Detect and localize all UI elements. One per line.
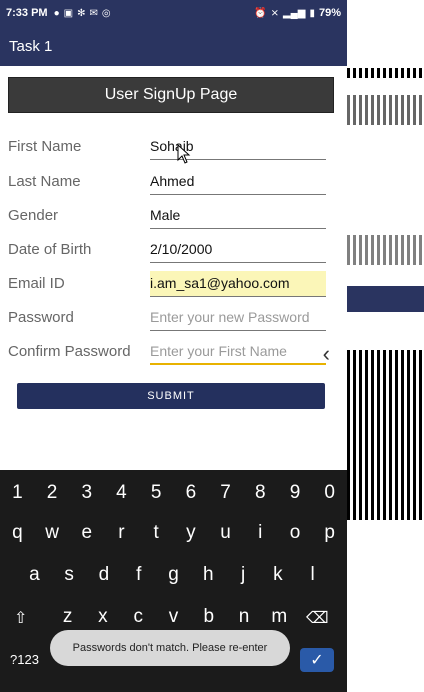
mouse-pointer-icon — [177, 144, 191, 164]
key-o[interactable]: o — [278, 522, 313, 544]
number-row: 1234567890 — [0, 482, 347, 504]
key-b[interactable]: b — [191, 606, 226, 628]
key-t[interactable]: t — [139, 522, 174, 544]
submit-label: SUBMIT — [147, 390, 195, 402]
key-6[interactable]: 6 — [174, 482, 209, 504]
key-j[interactable]: j — [226, 564, 261, 586]
artifact-band — [347, 350, 424, 520]
artifact-band — [347, 95, 424, 125]
gender-row: Gender Male — [8, 207, 328, 237]
signup-header-label: User SignUp Page — [104, 86, 238, 103]
key-g[interactable]: g — [156, 564, 191, 586]
gender-input[interactable]: Male — [150, 203, 326, 229]
key-q[interactable]: q — [0, 522, 35, 544]
key-v[interactable]: v — [156, 606, 191, 628]
key-r[interactable]: r — [104, 522, 139, 544]
key-7[interactable]: 7 — [208, 482, 243, 504]
key-x[interactable]: x — [85, 606, 120, 628]
status-time: 7:33 PM — [6, 7, 48, 19]
dob-input[interactable]: 2/10/2000 — [150, 237, 326, 263]
key-z[interactable]: z — [50, 606, 85, 628]
app-bar: Task 1 — [0, 26, 347, 66]
app-title: Task 1 — [9, 37, 53, 55]
key-n[interactable]: n — [226, 606, 261, 628]
enter-key[interactable]: ✓ — [300, 648, 334, 672]
background-artifact — [347, 0, 424, 692]
key-e[interactable]: e — [69, 522, 104, 544]
last-name-row: Last Name Ahmed — [8, 173, 328, 203]
key-5[interactable]: 5 — [139, 482, 174, 504]
letter-row-1: qwertyuiop — [0, 522, 347, 544]
key-f[interactable]: f — [121, 564, 156, 586]
key-2[interactable]: 2 — [35, 482, 70, 504]
key-4[interactable]: 4 — [104, 482, 139, 504]
sync-icon: ◎ — [101, 7, 111, 19]
settings-icon: ✻ — [77, 7, 86, 19]
email-row: Email ID i.am_sa1@yahoo.com — [8, 271, 328, 305]
artifact-band — [347, 235, 424, 265]
key-c[interactable]: c — [121, 606, 156, 628]
confirm-password-input[interactable]: Enter your First Name — [150, 339, 326, 365]
phone-screen: 7:33 PM ● ▣ ✻ ✉ ◎ ⏰ ⨯ ▂▄▆ ▮ 79% Task 1 U… — [0, 0, 347, 692]
dob-label: Date of Birth — [8, 241, 92, 258]
notification-icon: ● — [53, 7, 60, 19]
key-i[interactable]: i — [243, 522, 278, 544]
key-a[interactable]: a — [17, 564, 52, 586]
first-name-row: First Name Sohaib — [8, 138, 328, 168]
last-name-label: Last Name — [8, 173, 81, 190]
toast-message: Passwords don't match. Please re-enter — [50, 630, 290, 666]
key-u[interactable]: u — [208, 522, 243, 544]
key-m[interactable]: m — [262, 606, 297, 628]
confirm-password-row: Confirm Password Enter your First Name ‹ — [8, 341, 330, 373]
mail-icon: ✉ — [89, 7, 98, 19]
last-name-input[interactable]: Ahmed — [150, 169, 326, 195]
key-p[interactable]: p — [312, 522, 347, 544]
email-label: Email ID — [8, 275, 65, 292]
key-1[interactable]: 1 — [0, 482, 35, 504]
key-9[interactable]: 9 — [278, 482, 313, 504]
shift-key-icon[interactable]: ⇧ — [14, 608, 27, 628]
key-d[interactable]: d — [87, 564, 122, 586]
password-row: Password Enter your new Password — [8, 309, 328, 339]
key-8[interactable]: 8 — [243, 482, 278, 504]
key-0[interactable]: 0 — [312, 482, 347, 504]
toast-text: Passwords don't match. Please re-enter — [72, 642, 268, 654]
alarm-icon: ⏰ — [254, 7, 267, 19]
key-s[interactable]: s — [52, 564, 87, 586]
battery-percent: 79% — [318, 7, 341, 19]
backspace-key-icon[interactable]: ⌫ — [306, 608, 329, 628]
status-bar: 7:33 PM ● ▣ ✻ ✉ ◎ ⏰ ⨯ ▂▄▆ ▮ 79% — [0, 0, 347, 26]
first-name-label: First Name — [8, 138, 82, 155]
notification-icons: ● ▣ ✻ ✉ ◎ — [54, 8, 111, 19]
battery-icon: ▮ — [309, 7, 315, 19]
chevron-left-icon: ‹ — [322, 341, 330, 366]
artifact-band — [347, 68, 424, 78]
gallery-icon: ▣ — [63, 7, 74, 19]
submit-button[interactable]: SUBMIT — [17, 383, 325, 409]
signal-icon: ▂▄▆ — [282, 7, 306, 19]
key-h[interactable]: h — [191, 564, 226, 586]
key-3[interactable]: 3 — [69, 482, 104, 504]
key-k[interactable]: k — [260, 564, 295, 586]
symbols-key[interactable]: ?123 — [10, 652, 39, 667]
dob-row: Date of Birth 2/10/2000 — [8, 241, 328, 271]
letter-row-3: zxcvbnm — [0, 606, 347, 628]
key-l[interactable]: l — [295, 564, 330, 586]
mute-icon: ⨯ — [270, 7, 279, 19]
letter-row-2: asdfghjkl — [0, 564, 347, 586]
checkmark-icon: ✓ — [310, 652, 324, 669]
email-input[interactable]: i.am_sa1@yahoo.com — [150, 271, 326, 297]
signup-header-button[interactable]: User SignUp Page — [8, 77, 334, 113]
key-w[interactable]: w — [35, 522, 70, 544]
artifact-band — [347, 286, 424, 312]
gender-label: Gender — [8, 207, 59, 224]
confirm-password-label: Confirm Password — [8, 343, 131, 360]
password-label: Password — [8, 309, 74, 326]
password-input[interactable]: Enter your new Password — [150, 305, 326, 331]
key-y[interactable]: y — [174, 522, 209, 544]
